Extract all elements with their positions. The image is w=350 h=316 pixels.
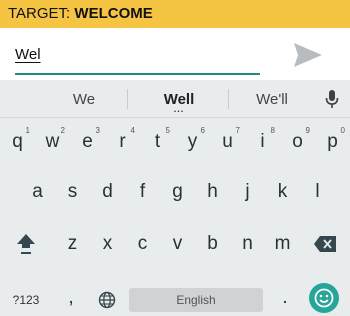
language-key[interactable] bbox=[92, 284, 122, 316]
backspace-key[interactable] bbox=[305, 224, 345, 264]
backspace-icon bbox=[314, 236, 336, 252]
suggestion-strip: We Well ... We'll bbox=[0, 80, 350, 118]
emoji-button[interactable] bbox=[309, 283, 339, 313]
comma-key[interactable]: , bbox=[56, 282, 86, 314]
key-f[interactable]: f bbox=[125, 172, 160, 212]
key-y[interactable]: 6y bbox=[175, 122, 210, 162]
input-text: Wel bbox=[15, 46, 41, 63]
target-label: TARGET: bbox=[8, 5, 75, 22]
message-input-row: Wel bbox=[0, 28, 350, 80]
key-k[interactable]: k bbox=[265, 172, 300, 212]
suggestion-divider bbox=[127, 89, 128, 109]
suggestion-center[interactable]: Well ... bbox=[132, 80, 226, 118]
period-key[interactable]: . bbox=[270, 282, 300, 314]
send-button[interactable] bbox=[291, 40, 325, 70]
key-r[interactable]: 4r bbox=[105, 122, 140, 162]
globe-icon bbox=[98, 291, 116, 309]
suggestion-divider bbox=[228, 89, 229, 109]
more-suggestions-indicator: ... bbox=[173, 104, 185, 114]
microphone-icon bbox=[325, 90, 339, 108]
key-a[interactable]: a bbox=[20, 172, 55, 212]
shift-arrow-icon bbox=[17, 234, 35, 254]
key-m[interactable]: m bbox=[265, 224, 300, 264]
key-t[interactable]: 5t bbox=[140, 122, 175, 162]
key-q[interactable]: 1q bbox=[0, 122, 35, 162]
key-g[interactable]: g bbox=[160, 172, 195, 212]
key-h[interactable]: h bbox=[195, 172, 230, 212]
key-s[interactable]: s bbox=[55, 172, 90, 212]
key-o[interactable]: 9o bbox=[280, 122, 315, 162]
message-input[interactable]: Wel bbox=[15, 39, 260, 75]
key-j[interactable]: j bbox=[230, 172, 265, 212]
key-w[interactable]: 2w bbox=[35, 122, 70, 162]
space-key[interactable]: English bbox=[129, 288, 263, 312]
key-z[interactable]: z bbox=[55, 224, 90, 264]
target-banner: TARGET: WELCOME bbox=[0, 0, 350, 28]
key-u[interactable]: 7u bbox=[210, 122, 245, 162]
key-v[interactable]: v bbox=[160, 224, 195, 264]
space-key-label: English bbox=[176, 293, 216, 307]
key-x[interactable]: x bbox=[90, 224, 125, 264]
key-n[interactable]: n bbox=[230, 224, 265, 264]
send-arrow-icon bbox=[294, 43, 322, 67]
suggestion-right[interactable]: We'll bbox=[232, 80, 312, 118]
key-e[interactable]: 3e bbox=[70, 122, 105, 162]
smiley-icon bbox=[314, 288, 334, 308]
suggestion-left[interactable]: We bbox=[44, 80, 124, 118]
key-p[interactable]: 0p bbox=[315, 122, 350, 162]
mic-button[interactable] bbox=[318, 80, 346, 118]
key-d[interactable]: d bbox=[90, 172, 125, 212]
key-i[interactable]: 8i bbox=[245, 122, 280, 162]
key-c[interactable]: c bbox=[125, 224, 160, 264]
symbols-key[interactable]: ?123 bbox=[4, 284, 48, 316]
key-b[interactable]: b bbox=[195, 224, 230, 264]
target-value: WELCOME bbox=[74, 5, 153, 22]
key-l[interactable]: l bbox=[300, 172, 335, 212]
keyboard: We Well ... We'll 1q 2w 3e 4r 5t 6y 7u 8… bbox=[0, 80, 350, 316]
shift-key[interactable] bbox=[6, 224, 46, 264]
